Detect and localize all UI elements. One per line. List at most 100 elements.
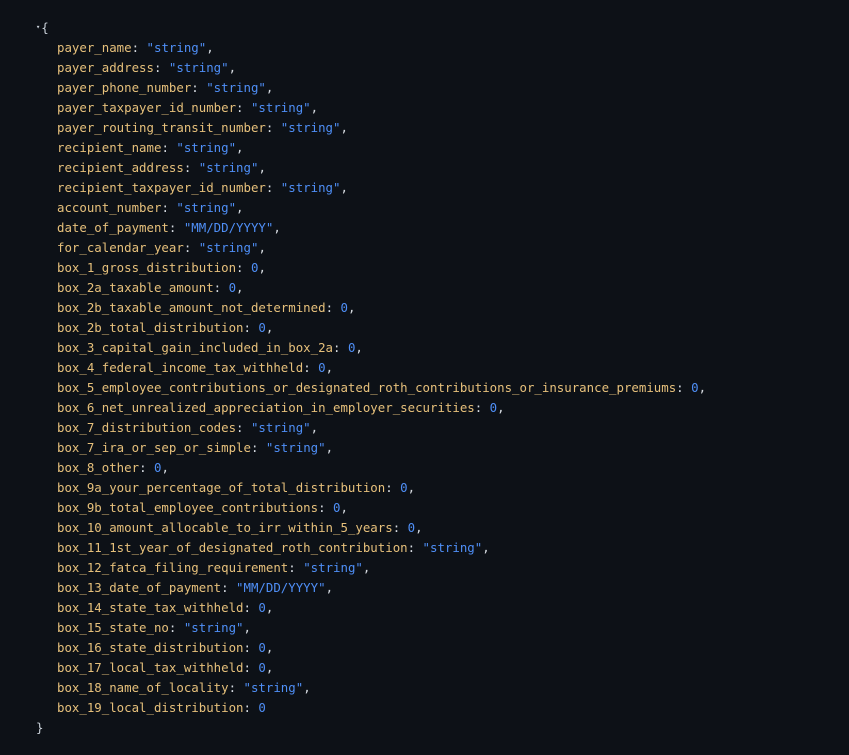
field-row: payer_address: "string", (57, 58, 706, 78)
comma: , (258, 260, 266, 275)
comma: , (340, 120, 348, 135)
collapse-toggle-icon[interactable]: ▾ (36, 18, 40, 36)
comma: , (265, 80, 274, 95)
field-value: "MM/DD/YYYY" (183, 220, 274, 235)
field-key: date_of_payment (57, 220, 169, 235)
colon: : (168, 220, 184, 235)
field-key: box_9a_your_percentage_of_total_distribu… (57, 480, 386, 495)
colon: : (161, 140, 177, 155)
field-key: recipient_address (57, 160, 184, 175)
field-key: payer_phone_number (57, 80, 192, 95)
open-brace: { (41, 20, 49, 35)
field-key: box_7_ira_or_sep_or_simple (57, 440, 251, 455)
field-value: 0 (691, 380, 699, 395)
field-key: payer_address (57, 60, 154, 75)
field-row: box_9a_your_percentage_of_total_distribu… (57, 478, 706, 498)
colon: : (407, 540, 423, 555)
field-value: 0 (258, 600, 266, 615)
field-key: box_12_fatca_filing_requirement (57, 560, 289, 575)
field-key: payer_name (57, 40, 132, 55)
field-row: box_3_capital_gain_included_in_box_2a: 0… (57, 338, 706, 358)
colon: : (392, 520, 408, 535)
colon: : (153, 60, 169, 75)
comma: , (340, 500, 348, 515)
comma: , (258, 240, 266, 255)
field-key: box_8_other (57, 460, 140, 475)
colon: : (139, 460, 154, 475)
field-value: "string" (303, 560, 363, 575)
colon: : (243, 700, 259, 715)
field-key: box_6_net_unrealized_appreciation_in_emp… (57, 400, 475, 415)
field-value: "string" (198, 160, 259, 175)
colon: : (161, 200, 177, 215)
field-row: box_5_employee_contributions_or_designat… (57, 378, 706, 398)
field-key: box_11_1st_year_of_designated_roth_contr… (57, 540, 408, 555)
field-row: box_19_local_distribution: 0 (57, 698, 706, 718)
field-value: "string" (280, 120, 341, 135)
comma: , (258, 160, 266, 175)
colon: : (265, 120, 281, 135)
colon: : (288, 560, 304, 575)
comma: , (236, 140, 244, 155)
field-value: 0 (318, 360, 326, 375)
comma: , (206, 40, 214, 55)
field-row: payer_phone_number: "string", (57, 78, 706, 98)
field-key: box_2b_total_distribution (57, 320, 244, 335)
field-row: box_8_other: 0, (57, 458, 706, 478)
field-row: box_2b_taxable_amount_not_determined: 0, (57, 298, 706, 318)
field-row: payer_routing_transit_number: "string", (57, 118, 706, 138)
colon: : (250, 440, 266, 455)
field-row: box_9b_total_employee_contributions: 0, (57, 498, 706, 518)
field-value: "string" (280, 180, 341, 195)
comma: , (265, 320, 274, 335)
field-row: recipient_address: "string", (57, 158, 706, 178)
field-row: box_2b_total_distribution: 0, (57, 318, 706, 338)
comma: , (497, 400, 505, 415)
field-key: box_2a_taxable_amount (57, 280, 214, 295)
field-row: box_18_name_of_locality: "string", (57, 678, 706, 698)
colon: : (318, 500, 334, 515)
field-key: for_calendar_year (57, 240, 184, 255)
field-row: box_1_gross_distribution: 0, (57, 258, 706, 278)
colon: : (191, 80, 207, 95)
comma: , (161, 460, 169, 475)
field-value: "string" (176, 140, 237, 155)
field-value: 0 (258, 660, 266, 675)
field-value: 0 (258, 640, 266, 655)
colon: : (243, 660, 259, 675)
field-value: 0 (407, 520, 416, 535)
colon: : (243, 320, 259, 335)
field-value: 0 (340, 300, 348, 315)
colon: : (325, 300, 341, 315)
colon: : (236, 100, 251, 115)
field-key: box_17_local_tax_withheld (57, 660, 244, 675)
colon: : (228, 680, 244, 695)
colon: : (676, 380, 692, 395)
comma: , (265, 660, 274, 675)
field-value: "string" (146, 40, 207, 55)
comma: , (415, 520, 423, 535)
field-key: box_5_employee_contributions_or_designat… (57, 380, 677, 395)
comma: , (228, 60, 237, 75)
field-row: box_12_fatca_filing_requirement: "string… (57, 558, 706, 578)
comma: , (310, 100, 319, 115)
field-value: "string" (168, 60, 229, 75)
field-value: "string" (176, 200, 237, 215)
field-key: recipient_taxpayer_id_number (57, 180, 266, 195)
comma: , (407, 480, 416, 495)
field-row: box_17_local_tax_withheld: 0, (57, 658, 706, 678)
comma: , (310, 420, 319, 435)
comma: , (243, 620, 251, 635)
colon: : (474, 400, 490, 415)
colon: : (168, 620, 184, 635)
field-key: box_1_gross_distribution (57, 260, 237, 275)
field-value: "string" (183, 620, 244, 635)
field-key: box_3_capital_gain_included_in_box_2a (57, 340, 334, 355)
comma: , (325, 580, 334, 595)
json-viewer: ▾{ payer_name: "string", payer_address: "… (0, 0, 849, 755)
comma: , (482, 540, 490, 555)
field-key: box_18_name_of_locality (57, 680, 229, 695)
field-row: recipient_name: "string", (57, 138, 706, 158)
field-row: box_13_date_of_payment: "MM/DD/YYYY", (57, 578, 706, 598)
field-row: recipient_taxpayer_id_number: "string", (57, 178, 706, 198)
